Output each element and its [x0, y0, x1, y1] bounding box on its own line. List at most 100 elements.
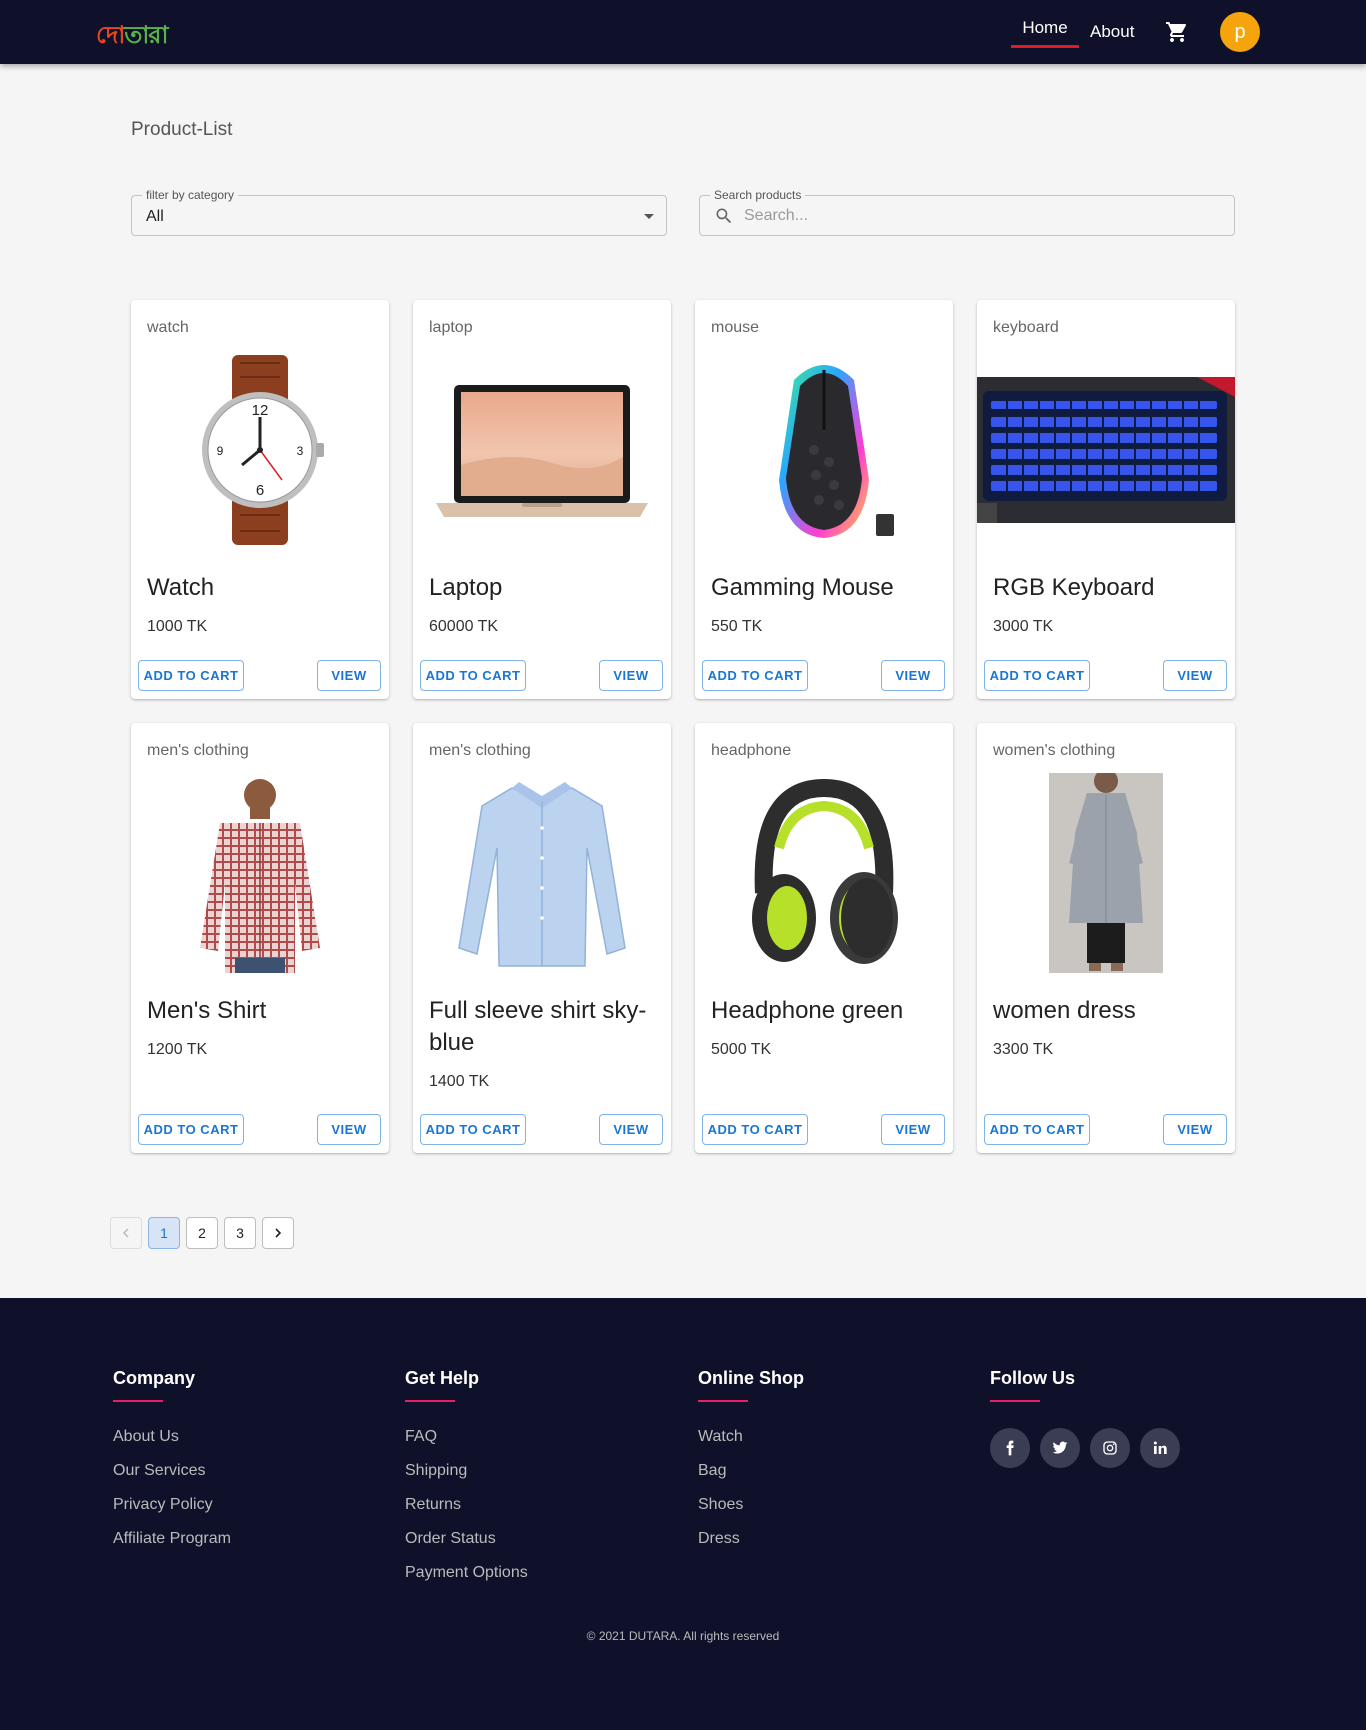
add-to-cart-button[interactable]: ADD TO CART — [420, 1114, 526, 1145]
footer-link-bag[interactable]: Bag — [698, 1462, 804, 1482]
nav-about-link[interactable]: About — [1090, 22, 1134, 42]
footer-link-our-services[interactable]: Our Services — [113, 1462, 231, 1482]
user-avatar[interactable]: p — [1220, 12, 1260, 52]
product-card: men's clothing Men's Shirt 1200 TK ADD T — [131, 723, 389, 1153]
product-price: 1000 TK — [147, 618, 208, 635]
product-category: men's clothing — [147, 742, 249, 759]
headphone-image — [695, 773, 953, 973]
product-category: watch — [147, 319, 189, 336]
search-field: Search products — [699, 188, 1235, 236]
product-price: 550 TK — [711, 618, 763, 635]
footer-link-dress[interactable]: Dress — [698, 1530, 804, 1550]
product-title: Headphone green — [711, 997, 904, 1024]
footer-link-shoes[interactable]: Shoes — [698, 1496, 804, 1516]
view-button[interactable]: VIEW — [317, 660, 381, 691]
view-button[interactable]: VIEW — [599, 1114, 663, 1145]
product-card: men's clothing Full sleeve shirt sky-blu… — [413, 723, 671, 1153]
women-dress-image — [977, 773, 1235, 973]
linkedin-icon[interactable] — [1140, 1428, 1180, 1468]
view-button[interactable]: VIEW — [881, 660, 945, 691]
social-links — [990, 1428, 1180, 1468]
add-to-cart-button[interactable]: ADD TO CART — [138, 1114, 244, 1145]
product-price: 1200 TK — [147, 1041, 208, 1058]
add-to-cart-button[interactable]: ADD TO CART — [984, 660, 1090, 691]
product-grid: watch 12 3 6 9 Watch 1000 TK ADD TO CART… — [131, 300, 1235, 1153]
footer-heading-shop: Online Shop — [698, 1368, 804, 1388]
footer-heading-help: Get Help — [405, 1368, 480, 1388]
category-filter-label: filter by category — [142, 188, 239, 202]
add-to-cart-button[interactable]: ADD TO CART — [702, 660, 808, 691]
product-title: Watch — [147, 574, 215, 601]
search-input[interactable] — [744, 204, 1214, 228]
product-price: 3300 TK — [993, 1041, 1054, 1058]
add-to-cart-button[interactable]: ADD TO CART — [420, 660, 526, 691]
product-price: 1400 TK — [429, 1073, 490, 1090]
product-category: laptop — [429, 319, 473, 336]
footer-link-about-us[interactable]: About Us — [113, 1428, 231, 1448]
product-title: women dress — [993, 997, 1136, 1024]
product-price: 3000 TK — [993, 618, 1054, 635]
facebook-icon[interactable] — [990, 1428, 1030, 1468]
footer-link-payment-options[interactable]: Payment Options — [405, 1564, 528, 1584]
heading-underline — [698, 1400, 748, 1402]
footer-link-affiliate-program[interactable]: Affiliate Program — [113, 1530, 231, 1550]
svg-text:6: 6 — [256, 482, 264, 499]
add-to-cart-button[interactable]: ADD TO CART — [138, 660, 244, 691]
footer-link-shipping[interactable]: Shipping — [405, 1462, 528, 1482]
chevron-right-icon — [275, 1228, 282, 1238]
product-card: headphone Headphone green 5000 TK ADD TO… — [695, 723, 953, 1153]
view-button[interactable]: VIEW — [1163, 1114, 1227, 1145]
product-card: keyboard RGB Keyboard 3000 TK ADD TO CAR… — [977, 300, 1235, 699]
product-price: 5000 TK — [711, 1041, 772, 1058]
brand-logo[interactable]: দোতারা — [96, 17, 168, 57]
view-button[interactable]: VIEW — [881, 1114, 945, 1145]
footer-link-returns[interactable]: Returns — [405, 1496, 528, 1516]
page-title: Product-List — [131, 119, 233, 140]
prev-page-button[interactable] — [110, 1217, 142, 1249]
product-title: Gamming Mouse — [711, 574, 894, 601]
product-category: women's clothing — [993, 742, 1116, 759]
laptop-image — [413, 350, 671, 550]
footer-link-faq[interactable]: FAQ — [405, 1428, 528, 1448]
view-button[interactable]: VIEW — [599, 660, 663, 691]
copyright-text: © 2021 DUTARA. All rights reserved — [586, 1629, 780, 1643]
footer-link-order-status[interactable]: Order Status — [405, 1530, 528, 1550]
page-button-2[interactable]: 2 — [186, 1217, 218, 1249]
logo-part-2: তারা — [124, 22, 168, 49]
heading-underline — [405, 1400, 455, 1402]
mens-shirt-image — [131, 773, 389, 973]
product-category: men's clothing — [429, 742, 531, 759]
footer-follow-column: Follow Us — [990, 1368, 1180, 1468]
product-title: Laptop — [429, 574, 503, 601]
svg-text:3: 3 — [297, 444, 304, 458]
view-button[interactable]: VIEW — [1163, 660, 1227, 691]
cart-icon[interactable] — [1165, 20, 1189, 44]
next-page-button[interactable] — [262, 1217, 294, 1249]
page-button-1[interactable]: 1 — [148, 1217, 180, 1249]
view-button[interactable]: VIEW — [317, 1114, 381, 1145]
footer-link-privacy-policy[interactable]: Privacy Policy — [113, 1496, 231, 1516]
twitter-icon[interactable] — [1040, 1428, 1080, 1468]
instagram-icon[interactable] — [1090, 1428, 1130, 1468]
product-category: headphone — [711, 742, 792, 759]
footer-link-watch[interactable]: Watch — [698, 1428, 804, 1448]
add-to-cart-button[interactable]: ADD TO CART — [984, 1114, 1090, 1145]
nav-home-link[interactable]: Home — [1011, 0, 1079, 48]
add-to-cart-button[interactable]: ADD TO CART — [702, 1114, 808, 1145]
svg-text:9: 9 — [217, 444, 224, 458]
product-card: mouse Gamming Mouse 550 TK ADD TO CART V… — [695, 300, 953, 699]
page-button-3[interactable]: 3 — [224, 1217, 256, 1249]
product-card: women's clothing women dress 3300 TK ADD… — [977, 723, 1235, 1153]
pagination: 1 2 3 — [110, 1217, 294, 1249]
heading-underline — [113, 1400, 163, 1402]
product-card: watch 12 3 6 9 Watch 1000 TK ADD TO CART… — [131, 300, 389, 699]
footer-heading-company: Company — [113, 1368, 196, 1388]
heading-underline — [990, 1400, 1040, 1402]
product-card: laptop Laptop 60000 TK ADD TO CART VIEW — [413, 300, 671, 699]
logo-part-1: দো — [96, 22, 125, 49]
footer-shop-column: Online Shop Watch Bag Shoes Dress — [698, 1368, 804, 1564]
search-icon — [716, 208, 732, 224]
watch-image: 12 3 6 9 — [131, 350, 389, 550]
dropdown-caret-icon — [644, 214, 654, 219]
category-filter-select[interactable]: filter by category All — [131, 188, 667, 236]
